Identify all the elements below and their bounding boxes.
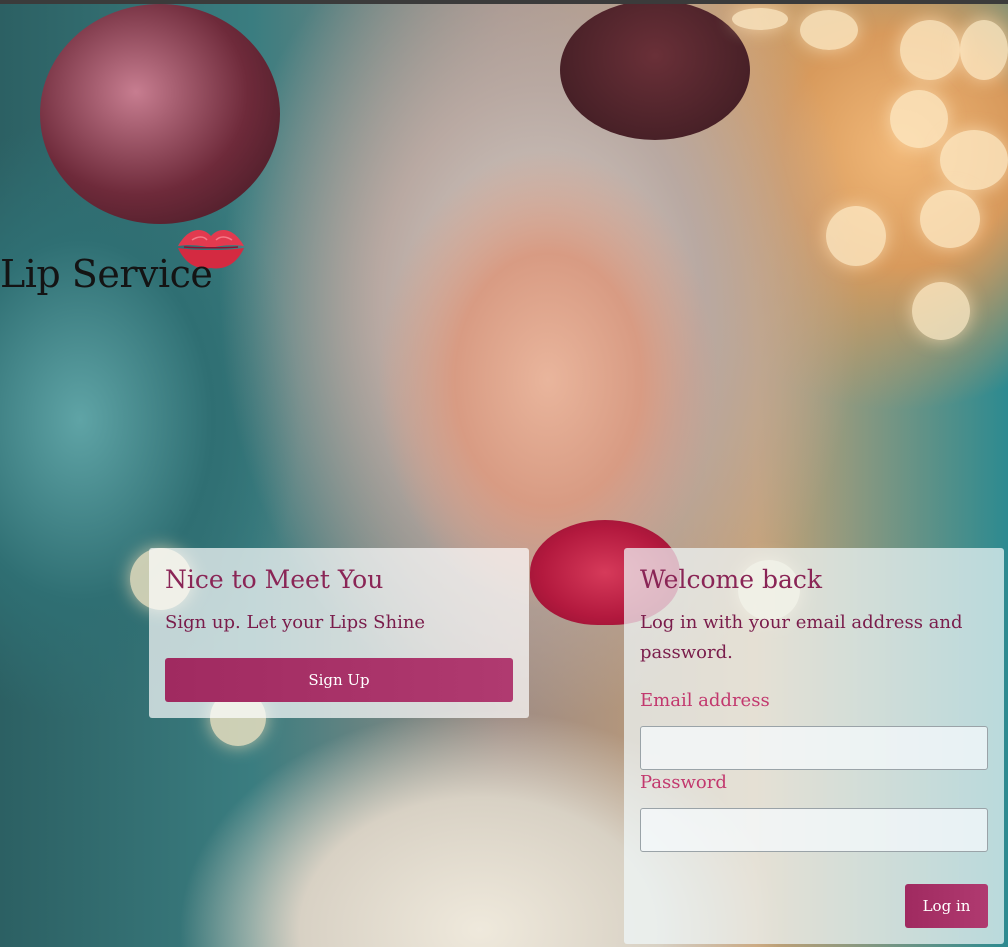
password-label: Password [640, 772, 727, 793]
login-card: Welcome back Log in with your email addr… [624, 548, 1004, 944]
email-label: Email address [640, 690, 770, 711]
hair-bun-right [560, 0, 750, 140]
login-subtitle: Log in with your email address and passw… [640, 612, 963, 663]
login-title: Welcome back [640, 565, 823, 594]
hair-bun-left [40, 4, 280, 224]
signup-subtitle: Sign up. Let your Lips Shine [165, 612, 426, 633]
signup-button[interactable]: Sign Up [165, 658, 513, 702]
brand-logo[interactable]: Lip Service [0, 218, 250, 298]
login-button[interactable]: Log in [905, 884, 988, 928]
window-top-bar [0, 0, 1008, 4]
signup-card: Nice to Meet You Sign up. Let your Lips … [149, 548, 529, 718]
brand-name: Lip Service [0, 252, 213, 296]
password-field[interactable] [640, 808, 988, 852]
signup-title: Nice to Meet You [165, 565, 384, 594]
email-field[interactable] [640, 726, 988, 770]
